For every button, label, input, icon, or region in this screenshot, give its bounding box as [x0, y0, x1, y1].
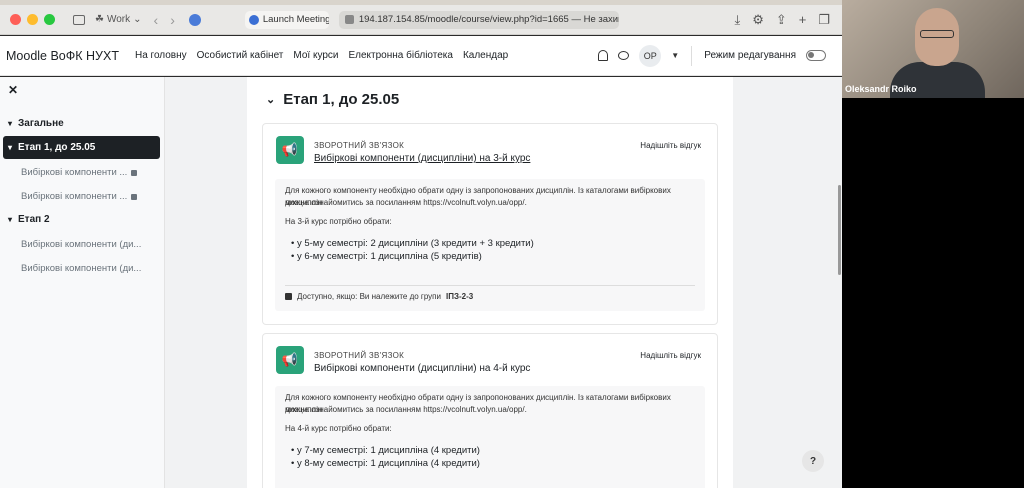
section-stage-2[interactable]: ▾ Етап 2 [8, 214, 50, 225]
nav-home[interactable]: На головну [135, 50, 187, 61]
chevron-down-icon: ▾ [8, 143, 13, 152]
lock-icon [131, 193, 138, 200]
list-item-text: у 6-му семестрі: 1 дисципліна (5 кредиті… [296, 251, 482, 262]
list-item-text: у 8-му семестрі: 1 дисципліна (4 кредити… [296, 458, 480, 469]
restriction-group: ІПЗ-2-3 [445, 292, 474, 301]
list-item: • у 7-му семестрі: 1 дисципліна (4 креди… [291, 445, 480, 456]
profile-switcher[interactable]: ☘ Work ⌄ [95, 14, 142, 25]
browser-toolbar: ☘ Work ⌄ ‹ › Launch Meeting... 194.187.1… [0, 5, 842, 35]
access-restriction: Доступно, якщо: Ви належите до групи ІПЗ… [285, 292, 473, 301]
window-controls [10, 14, 55, 25]
minimize-window-button[interactable] [27, 14, 38, 25]
nav-calendar[interactable]: Календар [463, 50, 508, 61]
lock-icon [285, 293, 292, 300]
notifications-bell-icon[interactable] [598, 50, 609, 61]
forward-arrow-icon[interactable]: › [170, 12, 175, 28]
description-line: можна ознайомитись за посиланням https:/… [285, 198, 527, 207]
zoom-window-button[interactable] [44, 14, 55, 25]
sidebar-activity-label: Вибіркові компоненти ... [21, 167, 128, 178]
chevron-down-icon: ▾ [8, 215, 13, 224]
nav-my-courses[interactable]: Мої курси [293, 50, 338, 61]
list-item: • у 6-му семестрі: 1 дисципліна (5 креди… [291, 251, 482, 262]
video-participant-tile: Oleksandr Roiko [842, 0, 1024, 98]
tab-title: Launch Meeting... [262, 14, 329, 25]
sidebar-activity-label: Вибіркові компоненти (ди... [21, 239, 142, 250]
share-icon[interactable]: ⇪ [776, 12, 787, 28]
profile-icon: ☘ [95, 14, 104, 25]
section-general[interactable]: ▾ Загальне [8, 118, 64, 129]
close-drawer-icon[interactable]: ✕ [8, 83, 18, 97]
give-feedback-button[interactable]: Надішліть відгук [640, 351, 701, 360]
activity-card: 📢 ЗВОРОТНИЙ ЗВ'ЯЗОК Вибіркові компоненти… [262, 333, 718, 488]
activity-type: ЗВОРОТНИЙ ЗВ'ЯЗОК [314, 141, 405, 150]
activity-name-link[interactable]: Вибіркові компоненти (дисципліни) на 3-й… [314, 153, 530, 164]
description-intro: На 3-й курс потрібно обрати: [285, 217, 392, 226]
chevron-down-icon: ⌄ [266, 94, 276, 106]
new-tab-plus-icon[interactable]: + [799, 12, 807, 28]
edit-mode-toggle[interactable] [806, 50, 826, 61]
section-stage-2-label: Етап 2 [18, 214, 50, 225]
page-scrollbar[interactable] [838, 185, 841, 275]
sidebar-toggle-icon[interactable] [73, 14, 85, 25]
close-window-button[interactable] [10, 14, 21, 25]
chevron-down-icon: ▾ [8, 119, 13, 128]
profile-label: Work [106, 14, 131, 25]
divider [285, 285, 695, 286]
user-menu-chevron-icon[interactable]: ▼ [671, 51, 679, 60]
address-bar[interactable]: 194.187.154.85/moodle/course/view.php?id… [338, 10, 619, 29]
list-item: • у 8-му семестрі: 1 дисципліна (4 креди… [291, 458, 480, 469]
description-line: можна ознайомитись за посиланням https:/… [285, 405, 527, 414]
list-item: • у 5-му семестрі: 2 дисципліни (3 креди… [291, 238, 534, 249]
list-item-text: у 7-му семестрі: 1 дисципліна (4 кредити… [296, 445, 480, 456]
messages-chat-icon[interactable] [618, 51, 630, 60]
activity-description: Для кожного компоненту необхідно обрати … [275, 179, 705, 311]
zoom-favicon-icon [248, 14, 259, 25]
description-intro: На 4-й курс потрібно обрати: [285, 424, 392, 433]
sidebar-activity[interactable]: Вибіркові компоненти (ди... [21, 239, 141, 250]
give-feedback-button[interactable]: Надішліть відгук [640, 141, 701, 150]
settings-gear-icon[interactable]: ⚙ [752, 12, 764, 28]
nav-dashboard[interactable]: Особистий кабінет [197, 50, 284, 61]
sidebar-activity[interactable]: Вибіркові компоненти (ди... [21, 263, 141, 274]
activity-description: Для кожного компоненту необхідно обрати … [275, 386, 705, 488]
download-icon[interactable]: ⤓ [734, 12, 740, 28]
nav-library[interactable]: Електронна бібліотека [348, 50, 452, 61]
help-button[interactable]: ? [802, 450, 824, 472]
activity-card: 📢 ЗВОРОТНИЙ ЗВ'ЯЗОК Вибіркові компоненти… [262, 123, 718, 325]
header-divider [691, 45, 693, 66]
browser-tab[interactable]: Launch Meeting... [244, 10, 329, 29]
chevron-down-icon: ⌄ [133, 14, 142, 25]
primary-navigation: На головну Особистий кабінет Мої курси Е… [135, 50, 508, 61]
megaphone-icon: 📢 [276, 346, 304, 374]
section-heading-text: Етап 1, до 25.05 [283, 91, 400, 108]
tab-overview-icon[interactable]: ❐ [818, 12, 830, 28]
site-brand[interactable]: Moodle ВоФК НУХТ [6, 49, 119, 63]
section-heading[interactable]: ⌄ Етап 1, до 25.05 [266, 91, 399, 108]
section-general-label: Загальне [18, 118, 64, 129]
browser-actions: ⤓ ⚙ ⇪ + ❐ [734, 12, 830, 28]
participant-name: Oleksandr Roiko [845, 84, 917, 94]
back-arrow-icon[interactable]: ‹ [154, 12, 159, 28]
section-stage-1[interactable]: ▾ Етап 1, до 25.05 [3, 136, 160, 159]
megaphone-icon: 📢 [276, 136, 304, 164]
not-secure-icon [344, 15, 354, 24]
site-header: Moodle ВоФК НУХТ На головну Особистий ка… [0, 36, 842, 76]
restriction-text: Доступно, якщо: Ви належите до групи [297, 292, 441, 301]
lock-icon [131, 169, 138, 176]
section-stage-1-label: Етап 1, до 25.05 [18, 142, 96, 153]
url-text: 194.187.154.85/moodle/course/view.php?id… [358, 14, 619, 25]
activity-name-link[interactable]: Вибіркові компоненти (дисципліни) на 4-й… [314, 363, 530, 374]
sidebar-activity-label: Вибіркові компоненти (ди... [21, 263, 142, 274]
activity-type: ЗВОРОТНИЙ ЗВ'ЯЗОК [314, 351, 405, 360]
sidebar-activity-label: Вибіркові компоненти ... [21, 191, 128, 202]
list-item-text: у 5-му семестрі: 2 дисципліни (3 кредити… [296, 238, 534, 249]
sidebar-activity[interactable]: Вибіркові компоненти ... [21, 191, 138, 202]
pinned-tab-icon[interactable] [188, 13, 201, 26]
participant-glasses [920, 30, 954, 38]
sidebar-activity[interactable]: Вибіркові компоненти ... [21, 167, 138, 178]
edit-mode-label: Режим редагування [704, 50, 796, 61]
video-panel-empty [842, 98, 1024, 488]
user-avatar[interactable]: ОР [639, 44, 662, 67]
header-actions: ОР ▼ Режим редагування [598, 44, 826, 67]
